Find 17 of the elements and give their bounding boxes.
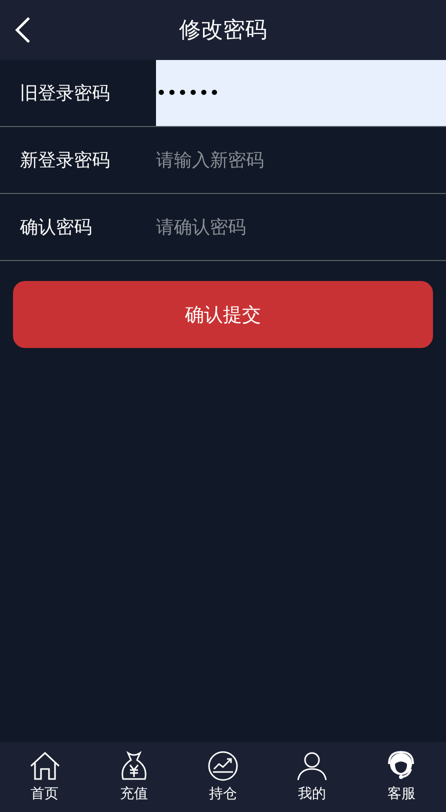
field-label: 旧登录密码 (19, 82, 111, 106)
password-field[interactable]: 请输入新密码 (156, 127, 446, 193)
tab-item[interactable]: 持仓 (178, 742, 268, 812)
tab-item[interactable]: 我的 (268, 742, 357, 812)
field-label: 新登录密码 (19, 149, 111, 173)
tab-item[interactable]: 客服 (356, 742, 446, 812)
home-icon (28, 751, 61, 781)
user-icon (296, 751, 328, 781)
tab-item[interactable]: 充值 (89, 742, 178, 812)
password-field[interactable]: •••••• (156, 60, 446, 126)
page-title: 修改密码 (179, 17, 267, 45)
trend-chart-icon (207, 751, 239, 781)
submit-button[interactable]: 确认提交 (13, 281, 433, 348)
field-label: 确认密码 (19, 216, 93, 240)
password-field[interactable]: 请确认密码 (156, 194, 446, 260)
tab-item[interactable]: 首页 (0, 742, 90, 812)
back-icon (14, 16, 32, 44)
